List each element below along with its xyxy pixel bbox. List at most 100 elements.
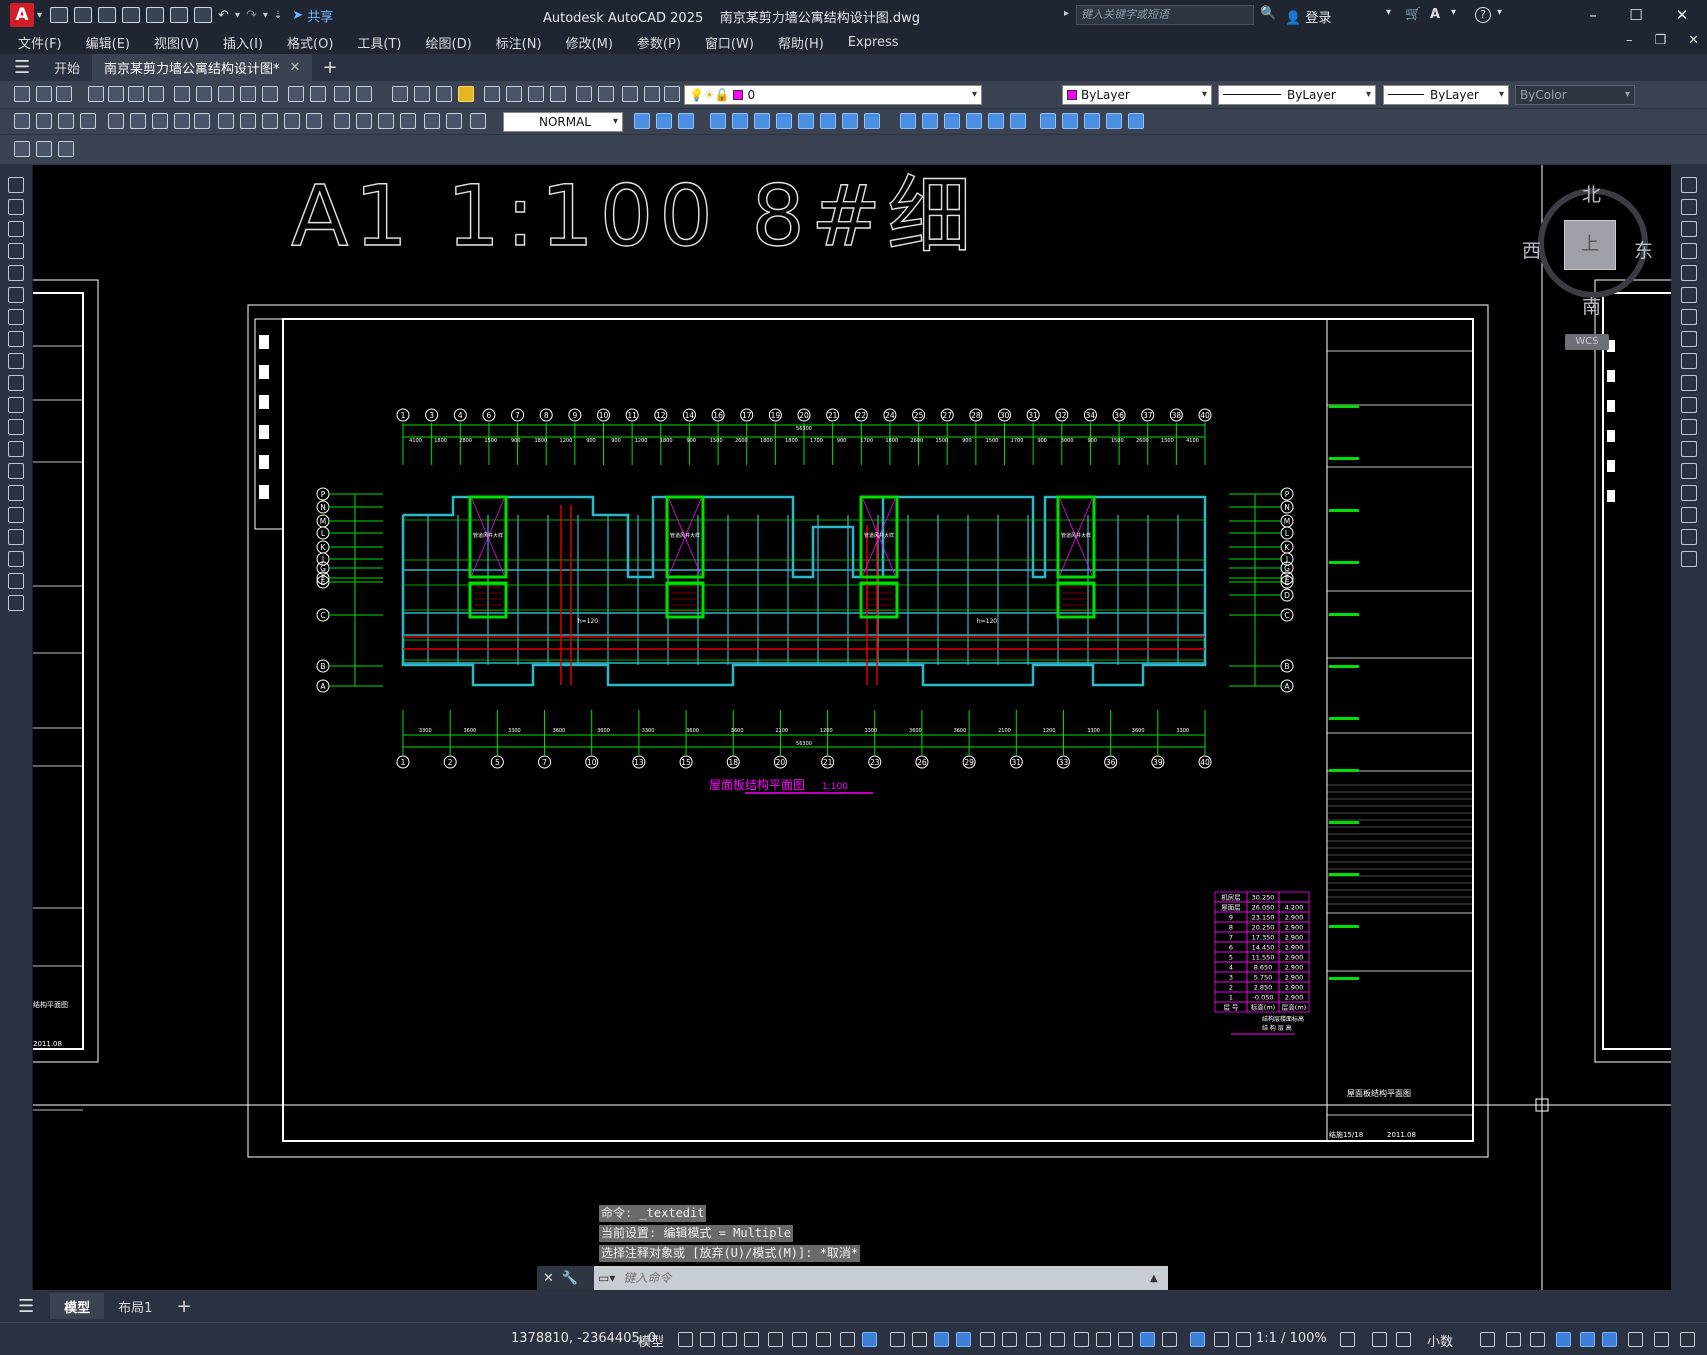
modify-tool-icon[interactable] — [1681, 199, 1697, 215]
status-toggle-icon[interactable] — [1628, 1332, 1643, 1347]
menu-item[interactable]: 参数(P) — [637, 33, 681, 52]
save-web-icon[interactable] — [170, 7, 189, 23]
viewcube-west[interactable]: 西 — [1522, 236, 1541, 263]
status-toggle-icon[interactable] — [1340, 1332, 1355, 1347]
drawing-canvas[interactable]: A1 1:100 8#细 屋面板结构平面图 结施15/18 2011.08 结构平面图 2… — [33, 165, 1671, 1290]
tool-icon[interactable] — [634, 113, 650, 129]
status-toggle-icon[interactable] — [1372, 1332, 1387, 1347]
tool-icon[interactable] — [436, 86, 452, 102]
status-toggle-icon[interactable] — [1480, 1332, 1495, 1347]
tool-icon[interactable] — [506, 86, 522, 102]
command-history-expand-icon[interactable]: ▲ — [1150, 1273, 1168, 1284]
viewcube-top-face[interactable]: 上 — [1564, 220, 1616, 270]
draw-tool-icon[interactable] — [8, 353, 24, 369]
command-customize-icon[interactable]: 🔧 — [562, 1271, 578, 1286]
menu-item[interactable]: 窗口(W) — [705, 33, 754, 52]
command-input[interactable] — [615, 1266, 1150, 1290]
annotation-scale[interactable]: 1:1 / 100% — [1256, 1331, 1327, 1346]
tool-icon[interactable] — [842, 113, 858, 129]
viewcube-east[interactable]: 东 — [1634, 236, 1653, 263]
tool-icon[interactable] — [356, 86, 372, 102]
status-toggle-icon[interactable] — [1140, 1332, 1155, 1347]
modify-tool-icon[interactable] — [1681, 397, 1697, 413]
status-toggle-icon[interactable] — [1236, 1332, 1251, 1347]
open-file-icon[interactable] — [74, 7, 93, 23]
tab-start[interactable]: 开始 — [42, 54, 92, 81]
autodesk-a360-icon[interactable]: A — [1430, 7, 1440, 22]
modify-tool-icon[interactable] — [1681, 331, 1697, 347]
doc-minimize-icon[interactable]: – — [1626, 33, 1633, 48]
tool-icon[interactable] — [710, 113, 726, 129]
status-toggle-icon[interactable] — [1556, 1332, 1571, 1347]
tool-icon[interactable] — [130, 113, 146, 129]
draw-tool-icon[interactable] — [8, 397, 24, 413]
tool-icon[interactable] — [356, 113, 372, 129]
layout-list-icon[interactable]: ☰ — [18, 1296, 34, 1317]
command-prompt-icon[interactable]: ▭▾ — [594, 1271, 615, 1285]
status-toggle-icon[interactable] — [1506, 1332, 1521, 1347]
tool-icon[interactable] — [664, 86, 680, 102]
draw-tool-icon[interactable] — [8, 507, 24, 523]
draw-tool-icon[interactable] — [8, 309, 24, 325]
status-toggle-icon[interactable] — [1096, 1332, 1111, 1347]
modify-tool-icon[interactable] — [1681, 375, 1697, 391]
tool-icon[interactable] — [334, 113, 350, 129]
status-toggle-icon[interactable] — [1654, 1332, 1669, 1347]
tool-icon[interactable] — [944, 113, 960, 129]
minimize-button[interactable]: – — [1573, 4, 1613, 26]
tool-icon[interactable] — [864, 113, 880, 129]
tool-icon[interactable] — [56, 86, 72, 102]
plotstyle-dropdown[interactable]: ByColor ▾ — [1515, 85, 1635, 105]
tool-icon[interactable] — [550, 86, 566, 102]
model-space-toggle[interactable]: 模型 — [638, 1331, 664, 1350]
linetype-dropdown[interactable]: ByLayer ▾ — [1218, 85, 1376, 105]
tool-icon[interactable] — [1062, 113, 1078, 129]
modify-tool-icon[interactable] — [1681, 287, 1697, 303]
tool-icon[interactable] — [576, 86, 592, 102]
status-toggle-icon[interactable] — [744, 1332, 759, 1347]
tool-icon[interactable] — [306, 113, 322, 129]
tool-icon[interactable] — [14, 113, 30, 129]
tool-icon[interactable] — [58, 141, 74, 157]
redo-icon[interactable]: ↷ — [246, 8, 257, 23]
status-toggle-icon[interactable] — [1118, 1332, 1133, 1347]
status-toggle-icon[interactable] — [700, 1332, 715, 1347]
tool-icon[interactable] — [1040, 113, 1056, 129]
menu-item[interactable]: 插入(I) — [223, 33, 263, 52]
wcs-menu[interactable]: WCS — [1565, 334, 1609, 350]
modify-tool-icon[interactable] — [1681, 265, 1697, 281]
menu-item[interactable]: Express — [848, 35, 899, 50]
share-button[interactable]: ➤ 共享 — [292, 6, 333, 25]
doc-restore-icon[interactable]: ❐ — [1654, 33, 1666, 48]
tool-icon[interactable] — [392, 86, 408, 102]
lineweight-dropdown[interactable]: ByLayer ▾ — [1383, 85, 1509, 105]
menu-item[interactable]: 格式(O) — [287, 33, 333, 52]
status-toggle-icon[interactable] — [722, 1332, 737, 1347]
status-toggle-icon[interactable] — [1002, 1332, 1017, 1347]
viewcube[interactable]: 北 南 东 西 上 — [1522, 180, 1653, 320]
tab-drawing[interactable]: 南京某剪力墙公寓结构设计图* ✕ — [92, 54, 313, 81]
tool-icon[interactable] — [58, 113, 74, 129]
tool-icon[interactable] — [378, 113, 394, 129]
tool-icon[interactable] — [1106, 113, 1122, 129]
status-toggle-icon[interactable] — [840, 1332, 855, 1347]
tool-icon[interactable] — [732, 113, 748, 129]
status-toggle-icon[interactable] — [1580, 1332, 1595, 1347]
tool-icon[interactable] — [196, 86, 212, 102]
status-toggle-icon[interactable] — [816, 1332, 831, 1347]
status-toggle-icon[interactable] — [1680, 1332, 1695, 1347]
tool-icon[interactable] — [288, 86, 304, 102]
modify-tool-icon[interactable] — [1681, 221, 1697, 237]
status-toggle-icon[interactable] — [678, 1332, 693, 1347]
tool-icon[interactable] — [108, 113, 124, 129]
tool-icon[interactable] — [656, 113, 672, 129]
units-dropdown[interactable]: 小数 — [1427, 1331, 1453, 1350]
dimstyle-dropdown[interactable]: NORMAL ▾ — [503, 112, 623, 132]
search-input[interactable]: 键入关键字或短语 — [1076, 5, 1254, 25]
color-dropdown[interactable]: ByLayer ▾ — [1062, 85, 1212, 105]
tool-icon[interactable] — [218, 86, 234, 102]
draw-tool-icon[interactable] — [8, 265, 24, 281]
status-toggle-icon[interactable] — [792, 1332, 807, 1347]
tool-icon[interactable] — [678, 113, 694, 129]
modify-tool-icon[interactable] — [1681, 529, 1697, 545]
